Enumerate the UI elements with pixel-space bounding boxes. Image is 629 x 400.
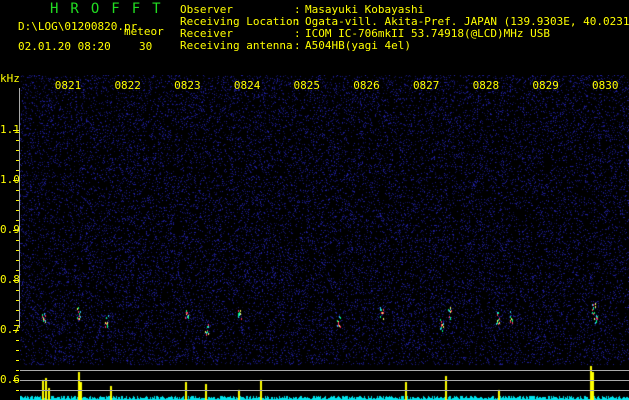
y-tick xyxy=(13,330,19,331)
x-tick-label: 0830 xyxy=(592,79,619,92)
x-tick-label: 0826 xyxy=(353,79,380,92)
y-tick xyxy=(13,130,19,131)
info-value: A504HB(yagi 4el) xyxy=(305,39,411,52)
y-minor-tick xyxy=(16,250,19,251)
y-minor-tick xyxy=(16,290,19,291)
y-axis-unit: kHz xyxy=(0,72,20,85)
x-tick-label: 0821 xyxy=(54,79,82,92)
y-minor-tick xyxy=(16,270,19,271)
x-tick-label: 0828 xyxy=(472,79,500,92)
y-tick xyxy=(13,380,19,381)
y-minor-tick xyxy=(16,360,19,361)
x-tick-label: 0822 xyxy=(114,79,141,92)
x-tick-label: 0823 xyxy=(174,79,201,92)
y-minor-tick xyxy=(16,350,19,351)
y-minor-tick xyxy=(16,390,19,391)
threshold-line xyxy=(20,390,629,391)
y-minor-tick xyxy=(16,370,19,371)
file-path: D:\LOG\01200820.pr xyxy=(18,20,138,33)
y-tick xyxy=(13,230,19,231)
threshold-line xyxy=(20,370,629,371)
y-tick xyxy=(13,180,19,181)
y-minor-tick xyxy=(16,200,19,201)
y-minor-tick xyxy=(16,210,19,211)
x-tick-label: 0825 xyxy=(293,79,321,92)
y-minor-tick xyxy=(16,150,19,151)
threshold-line xyxy=(20,380,629,381)
info-label: Receiving antenna xyxy=(180,39,293,52)
y-minor-tick xyxy=(16,240,19,241)
count: 30 xyxy=(139,40,153,53)
y-minor-tick xyxy=(16,220,19,221)
y-minor-tick xyxy=(16,260,19,261)
datetime: 02.01.20 08:20 xyxy=(18,40,111,53)
info-colon: : xyxy=(294,39,301,52)
y-minor-tick xyxy=(16,170,19,171)
x-tick-label: 0829 xyxy=(532,79,559,92)
y-minor-tick xyxy=(16,310,19,311)
y-minor-tick xyxy=(16,190,19,191)
y-minor-tick xyxy=(16,340,19,341)
x-tick-label: 0827 xyxy=(412,79,440,92)
y-minor-tick xyxy=(16,300,19,301)
mode-label: meteor xyxy=(124,25,164,38)
y-minor-tick xyxy=(16,140,19,141)
spectrogram xyxy=(20,75,629,400)
x-tick-label: 0824 xyxy=(233,79,261,92)
y-minor-tick xyxy=(16,160,19,161)
y-minor-tick xyxy=(16,320,19,321)
y-tick xyxy=(13,280,19,281)
app-title: HROFFT xyxy=(50,1,173,17)
